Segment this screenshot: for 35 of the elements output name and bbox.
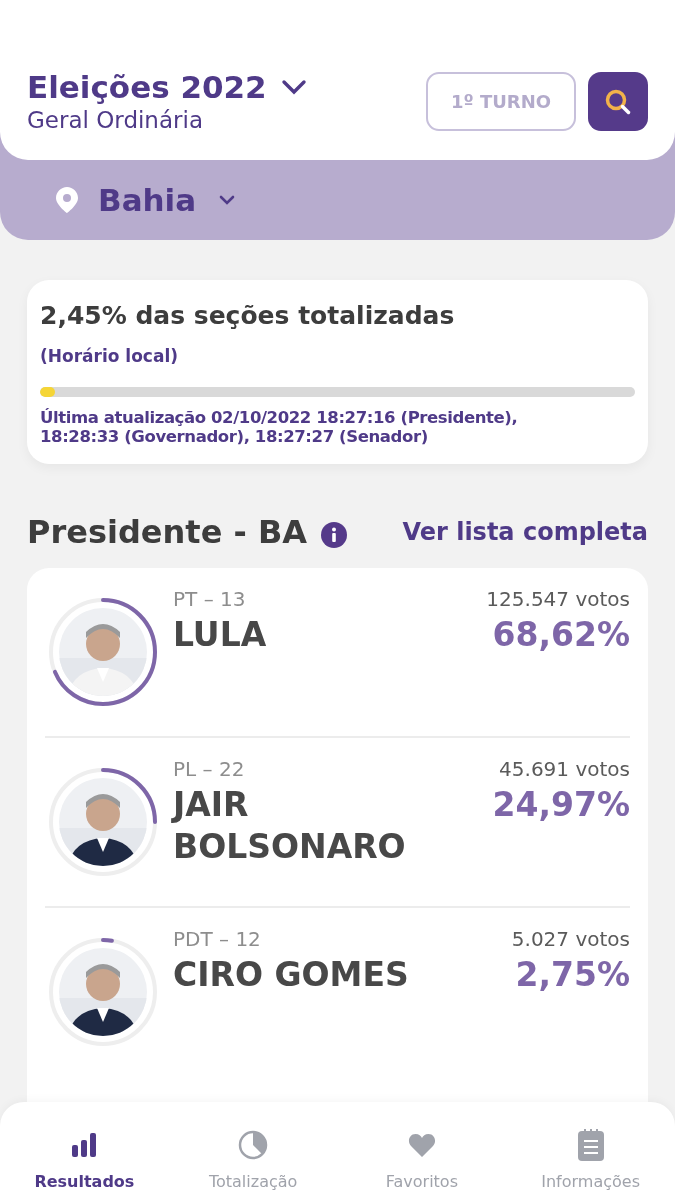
nav-tab[interactable]: Totalização	[168, 1102, 338, 1200]
nav-tab[interactable]: Resultados	[0, 1102, 169, 1200]
vote-percentage: 68,62%	[492, 613, 630, 656]
vote-percentage: 24,97%	[492, 783, 630, 826]
vote-count: 125.547 votos	[486, 585, 630, 613]
chevron-down-icon[interactable]	[218, 194, 237, 206]
search-icon	[604, 87, 632, 116]
pie-chart-icon	[238, 1130, 269, 1160]
candidate-name: CIRO GOMES	[173, 953, 410, 996]
election-title[interactable]: Eleições 2022	[27, 68, 267, 106]
nav-tab[interactable]: Informações	[506, 1102, 675, 1200]
info-icon[interactable]	[321, 521, 348, 548]
vote-count: 45.691 votos	[499, 755, 630, 783]
party-number: PT – 13	[173, 585, 247, 613]
candidate-name: LULA	[173, 613, 268, 656]
party-number: PDT – 12	[173, 925, 262, 953]
vote-count: 5.027 votos	[511, 925, 630, 953]
timezone-note: (Horário local)	[40, 345, 179, 368]
update-text: Última atualização 02/10/2022 18:27:16 (Presidente), 18:28:33 (Governador), 18:27:27 (Senador)	[40, 407, 519, 446]
heart-icon	[407, 1133, 436, 1157]
vote-percentage: 2,75%	[515, 953, 630, 996]
round-button[interactable]: 1º TURNO	[426, 72, 576, 131]
chevron-down-icon[interactable]	[280, 79, 307, 95]
section-title: Presidente - BA	[27, 511, 308, 553]
full-list-link[interactable]: Ver lista completa	[402, 513, 648, 550]
notepad-icon	[577, 1129, 604, 1161]
party-number: PL – 22	[173, 755, 246, 783]
candidate-name: JAIR BOLSONARO	[173, 783, 407, 868]
election-subtitle: Geral Ordinária	[27, 106, 204, 134]
search-button[interactable]	[588, 72, 648, 131]
location-name[interactable]: Bahia	[98, 176, 197, 224]
nav-tab[interactable]: Favoritos	[337, 1102, 507, 1200]
bar-chart-icon	[70, 1131, 99, 1159]
location-pin-icon	[56, 187, 78, 213]
progress-title: 2,45% das seções totalizadas	[40, 300, 456, 332]
